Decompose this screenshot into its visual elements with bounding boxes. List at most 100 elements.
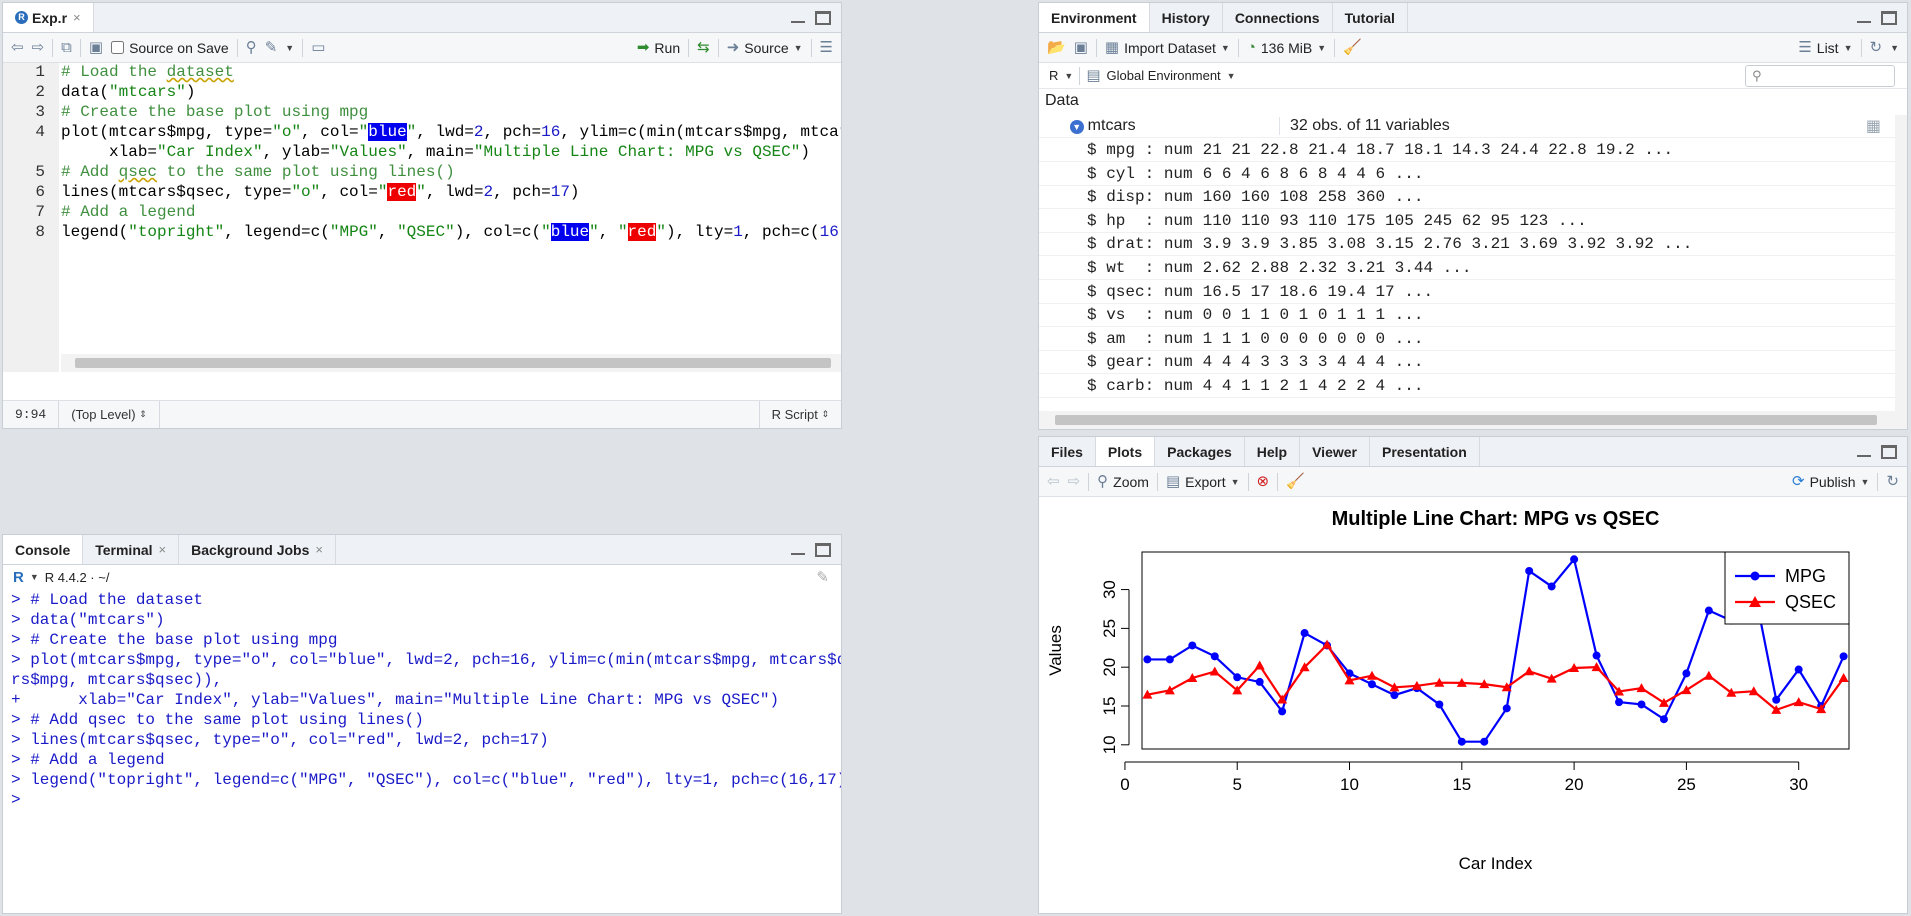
tab-files[interactable]: Files bbox=[1039, 437, 1096, 466]
variable-row[interactable]: $ am : num 1 1 1 0 0 0 0 0 0 0 ... bbox=[1039, 328, 1895, 351]
source-button[interactable]: ➜ Source ▼ bbox=[727, 40, 803, 56]
minimize-icon[interactable] bbox=[1857, 454, 1871, 457]
minimize-icon[interactable] bbox=[791, 20, 805, 23]
import-dataset-button[interactable]: ▦ Import Dataset ▼ bbox=[1105, 40, 1230, 56]
data-point-mpg bbox=[1278, 707, 1287, 716]
remove-plot-icon[interactable]: ⊗ bbox=[1257, 474, 1270, 489]
x-tick-label: 0 bbox=[1120, 775, 1129, 794]
tab-help[interactable]: Help bbox=[1245, 437, 1301, 466]
expand-icon[interactable]: ▼ bbox=[1069, 120, 1084, 134]
variable-row[interactable]: $ wt : num 2.62 2.88 2.32 3.21 3.44 ... bbox=[1039, 257, 1895, 280]
save-icon[interactable]: ▣ bbox=[1074, 40, 1088, 55]
tab-history[interactable]: History bbox=[1150, 3, 1223, 32]
source-on-save-checkbox[interactable] bbox=[111, 41, 125, 54]
document-outline-icon[interactable]: ▭ bbox=[311, 40, 325, 55]
save-icon[interactable]: ▣ bbox=[89, 40, 103, 55]
maximize-icon[interactable] bbox=[1881, 10, 1897, 25]
close-icon[interactable]: × bbox=[73, 10, 81, 25]
scope-selector[interactable]: (Top Level) ⇕ bbox=[59, 401, 160, 428]
tab-exp-r[interactable]: R Exp.r × bbox=[3, 3, 94, 32]
search-input[interactable]: ⚲ bbox=[1745, 64, 1895, 87]
object-row-mtcars[interactable]: ▼ mtcars 32 obs. of 11 variables ▦ bbox=[1039, 115, 1895, 138]
next-plot-icon[interactable]: ⇨ bbox=[1068, 474, 1081, 489]
outline-icon[interactable]: ☰ bbox=[820, 40, 833, 55]
plots-toolbar: ⇦ ⇨ ⚲ Zoom ▤ Export ▼ ⊗ 🧹 ⟳ Publish ▼ ↻ bbox=[1039, 467, 1907, 497]
tab-console[interactable]: Console bbox=[3, 535, 84, 564]
tab-label: Viewer bbox=[1312, 443, 1357, 460]
close-icon[interactable]: × bbox=[315, 542, 323, 557]
open-folder-icon[interactable]: 📂 bbox=[1047, 40, 1066, 55]
view-table-icon[interactable]: ▦ bbox=[1866, 116, 1881, 136]
minimize-icon[interactable] bbox=[1857, 20, 1871, 23]
language-selector[interactable]: R bbox=[1049, 68, 1058, 83]
console-output[interactable]: > # Load the dataset > data("mtcars") > # … bbox=[3, 591, 841, 913]
memory-usage-button[interactable]: ◔ 136 MiB ▼ bbox=[1247, 40, 1326, 56]
magic-wand-icon[interactable]: ✎ bbox=[265, 40, 278, 55]
variable-row[interactable]: $ disp: num 160 160 108 258 360 ... bbox=[1039, 186, 1895, 210]
maximize-icon[interactable] bbox=[815, 10, 831, 25]
variable-value: 110 110 93 110 175 105 245 62 95 123 ... bbox=[1202, 211, 1587, 230]
scrollbar-thumb[interactable] bbox=[1055, 415, 1877, 425]
variable-row[interactable]: $ gear: num 4 4 4 3 3 3 3 4 4 4 ... bbox=[1039, 351, 1895, 375]
tab-background-jobs[interactable]: Background Jobs × bbox=[179, 535, 336, 564]
console-line: > bbox=[11, 791, 31, 809]
show-in-window-icon[interactable]: ⧉ bbox=[61, 40, 72, 55]
variable-name: $ hp : num bbox=[1087, 211, 1193, 230]
export-button[interactable]: ▤ Export ▼ bbox=[1166, 474, 1240, 490]
broom-icon[interactable]: 🧹 bbox=[1286, 474, 1305, 489]
back-arrow-icon[interactable]: ⇦ bbox=[11, 40, 24, 55]
variable-row[interactable]: $ hp : num 110 110 93 110 175 105 245 62 … bbox=[1039, 210, 1895, 233]
line-number: 7 bbox=[35, 203, 45, 221]
clear-console-icon[interactable]: ✎ bbox=[816, 570, 829, 585]
tab-presentation[interactable]: Presentation bbox=[1370, 437, 1480, 466]
zoom-button[interactable]: ⚲ Zoom bbox=[1097, 474, 1149, 490]
variable-row[interactable]: $ carb: num 4 4 1 1 2 1 4 2 2 4 ... bbox=[1039, 375, 1895, 398]
tab-plots[interactable]: Plots bbox=[1095, 437, 1156, 466]
data-point-mpg bbox=[1570, 555, 1579, 564]
environment-horizontal-scrollbar[interactable] bbox=[1039, 411, 1907, 429]
forward-arrow-icon[interactable]: ⇨ bbox=[32, 40, 45, 55]
tab-environment[interactable]: Environment bbox=[1039, 3, 1150, 32]
rerun-icon[interactable]: ⇆ bbox=[697, 40, 710, 55]
scope-selector[interactable]: Global Environment bbox=[1107, 68, 1221, 83]
variable-row[interactable]: $ drat: num 3.9 3.9 3.85 3.08 3.15 2.76 3… bbox=[1039, 233, 1895, 257]
environment-vertical-scrollbar[interactable] bbox=[1895, 115, 1907, 411]
series-line-qsec bbox=[1147, 642, 1845, 712]
variable-name: $ disp: num bbox=[1087, 188, 1193, 207]
variable-row[interactable]: $ mpg : num 21 21 22.8 21.4 18.7 18.1 14.… bbox=[1039, 139, 1895, 162]
tab-packages[interactable]: Packages bbox=[1155, 437, 1245, 466]
code-line: # Create the base plot using mpg bbox=[61, 103, 369, 121]
editor-horizontal-scrollbar[interactable] bbox=[61, 354, 841, 372]
list-view-button[interactable]: ☰ List ▼ bbox=[1798, 40, 1852, 56]
code-editor[interactable]: 1 2 3 4 5 6 7 8 # Load the dataset data("… bbox=[3, 63, 841, 372]
maximize-icon[interactable] bbox=[1881, 444, 1897, 459]
scrollbar-thumb[interactable] bbox=[75, 358, 831, 368]
previous-plot-icon[interactable]: ⇦ bbox=[1047, 474, 1060, 489]
data-point-mpg bbox=[1615, 698, 1624, 707]
close-icon[interactable]: × bbox=[159, 542, 167, 557]
variable-row[interactable]: $ vs : num 0 0 1 1 0 1 0 1 1 1 ... bbox=[1039, 304, 1895, 328]
variable-name: $ mpg : num bbox=[1087, 141, 1193, 159]
search-icon[interactable]: ⚲ bbox=[246, 40, 257, 55]
line-gutter: 1 2 3 4 5 6 7 8 bbox=[3, 63, 59, 372]
variable-name: $ carb: num bbox=[1087, 377, 1193, 395]
tab-terminal[interactable]: Terminal × bbox=[83, 535, 180, 564]
maximize-icon[interactable] bbox=[815, 542, 831, 557]
tab-connections[interactable]: Connections bbox=[1223, 3, 1333, 32]
refresh-icon[interactable]: ↻ bbox=[1870, 40, 1883, 55]
console-pane: Console Terminal × Background Jobs × R ▼ R … bbox=[2, 534, 842, 914]
minimize-icon[interactable] bbox=[791, 552, 805, 555]
variable-value: 4 4 4 3 3 3 3 4 4 4 ... bbox=[1202, 353, 1424, 372]
broom-icon[interactable]: 🧹 bbox=[1343, 40, 1362, 55]
list-label: List bbox=[1816, 39, 1839, 56]
run-button[interactable]: ➡ Run bbox=[637, 40, 680, 56]
variable-row[interactable]: $ qsec: num 16.5 17 18.6 19.4 17 ... bbox=[1039, 281, 1895, 304]
tab-tutorial[interactable]: Tutorial bbox=[1333, 3, 1408, 32]
refresh-icon[interactable]: ↻ bbox=[1886, 474, 1899, 489]
publish-button[interactable]: ⟳ Publish ▼ bbox=[1792, 474, 1869, 490]
variable-row[interactable]: $ cyl : num 6 6 4 6 8 6 8 4 4 6 ... bbox=[1039, 163, 1895, 186]
tab-viewer[interactable]: Viewer bbox=[1300, 437, 1370, 466]
data-point-mpg bbox=[1637, 700, 1646, 709]
file-type-selector[interactable]: R Script ⇕ bbox=[758, 401, 841, 428]
source-on-save-label: Source on Save bbox=[129, 39, 229, 56]
